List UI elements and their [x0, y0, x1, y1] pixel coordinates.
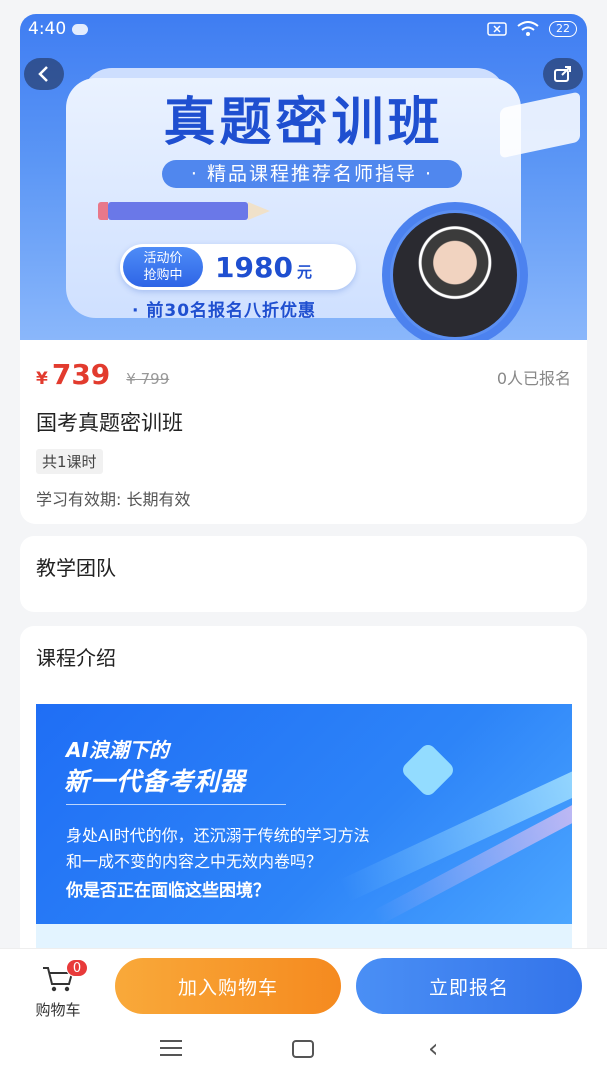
banner-title: 真题密训班: [163, 92, 444, 153]
status-bar: 4:40 22: [20, 14, 587, 44]
intro-line4: 和一成不变的内容之中无效内卷吗？: [66, 852, 323, 871]
price-tag-line1: 活动价: [143, 251, 183, 266]
intro-line2: 新一代备考利器: [64, 767, 247, 796]
current-price: ¥739: [36, 358, 110, 391]
add-to-cart-button[interactable]: 加入购物车: [115, 958, 341, 1014]
banner-price-unit: 元: [296, 262, 312, 281]
share-icon: [554, 66, 571, 82]
status-time: 4:40: [28, 19, 67, 39]
course-intro-section: 课程介绍 AI浪潮下的 新一代备考利器 身处AI时代的你，还沉溺于传统的学习方法…: [20, 626, 587, 986]
teaching-team-section[interactable]: 教学团队: [20, 536, 587, 612]
cart-button[interactable]: 0 购物车: [24, 959, 92, 1020]
validity-text: 学习有效期: 长期有效: [36, 490, 191, 509]
system-nav-bar: ‹: [0, 1020, 607, 1080]
cart-count-badge: 0: [66, 959, 88, 977]
course-banner: 真题密训班 · 精品课程推荐名师指导 · 活动价 抢购中 1980 元 · 前3…: [20, 14, 587, 340]
intro-divider: [66, 804, 286, 805]
banner-price: 1980: [215, 250, 293, 284]
currency-symbol: ¥: [36, 369, 48, 389]
menu-icon[interactable]: [160, 1040, 182, 1058]
original-price: ¥ 799: [126, 370, 170, 388]
pencil-decor: [98, 202, 270, 220]
back-icon: [38, 66, 48, 82]
price-tag: 活动价 抢购中: [123, 247, 203, 287]
course-header-card: 真题密训班 · 精品课程推荐名师指导 · 活动价 抢购中 1980 元 · 前3…: [20, 14, 587, 524]
battery-indicator: 22: [549, 21, 577, 37]
banner-promo: · 前30名报名八折优惠: [132, 301, 317, 321]
wechat-icon: [72, 23, 89, 35]
course-info: ¥739 ¥ 799 0人已报名 国考真题密训班 共1课时 学习有效期: 长期有…: [20, 340, 587, 524]
lessons-badge: 共1课时: [36, 449, 103, 474]
price-tag-line2: 抢购中: [143, 268, 183, 283]
course-intro-title: 课程介绍: [36, 646, 116, 670]
intro-line3: 身处AI时代的你，还沉溺于传统的学习方法: [66, 826, 370, 845]
cart-label: 购物车: [35, 1001, 81, 1019]
intro-line5: 你是否正在面临这些困境？: [66, 881, 270, 901]
intro-image: AI浪潮下的 新一代备考利器 身处AI时代的你，还沉溺于传统的学习方法 和一成不…: [36, 704, 572, 924]
home-icon[interactable]: [292, 1040, 314, 1058]
sim-icon: [487, 22, 507, 36]
intro-line1: AI浪潮下的: [66, 738, 169, 762]
teaching-team-title: 教学团队: [36, 556, 116, 580]
course-title: 国考真题密训班: [36, 411, 183, 435]
wifi-icon: [517, 21, 539, 36]
enrolled-count: 0人已报名: [496, 369, 571, 388]
nav-back-icon[interactable]: ‹: [428, 1034, 438, 1064]
back-button[interactable]: [24, 58, 64, 90]
banner-subtitle: · 精品课程推荐名师指导 ·: [162, 160, 462, 188]
bottom-action-bar: 0 购物车 加入购物车 立即报名: [0, 948, 607, 1020]
banner-price-pill: 活动价 抢购中 1980 元: [120, 244, 356, 290]
enroll-now-button[interactable]: 立即报名: [356, 958, 582, 1014]
star-decor: [399, 741, 457, 799]
share-button[interactable]: [543, 58, 583, 90]
current-price-value: 739: [51, 358, 111, 391]
teacher-photo: [390, 210, 520, 340]
